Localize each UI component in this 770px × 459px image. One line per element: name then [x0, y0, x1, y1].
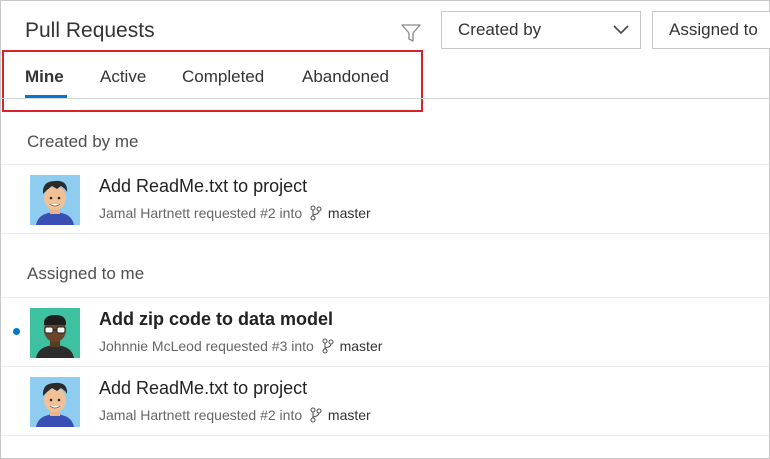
created-by-dropdown[interactable]: Created by	[441, 11, 641, 49]
branch-name[interactable]: master	[328, 407, 371, 423]
pr-meta-text: Jamal Hartnett requested #2 into	[99, 407, 303, 423]
pr-title[interactable]: Add ReadMe.txt to project	[99, 378, 307, 399]
pr-row[interactable]: Add ReadMe.txt to project Jamal Hartnett…	[1, 367, 769, 435]
pr-meta-text: Jamal Hartnett requested #2 into	[99, 205, 303, 221]
page-title: Pull Requests	[25, 19, 155, 42]
pr-row[interactable]: Add ReadMe.txt to project Jamal Hartnett…	[1, 165, 769, 233]
assigned-to-dropdown[interactable]: Assigned to	[652, 11, 770, 49]
avatar-jamal	[30, 175, 80, 225]
pr-meta: Jamal Hartnett requested #2 into master	[99, 205, 371, 221]
created-by-dropdown-label: Created by	[458, 20, 542, 39]
pr-meta: Johnnie McLeod requested #3 into master	[99, 338, 382, 354]
avatar-jamal	[30, 377, 80, 427]
branch-name[interactable]: master	[340, 338, 383, 354]
branch-icon	[310, 407, 322, 423]
branch-name[interactable]: master	[328, 205, 371, 221]
assigned-to-dropdown-label: Assigned to	[669, 20, 758, 39]
filter-icon[interactable]	[400, 22, 422, 44]
pr-row[interactable]: Add zip code to data model Johnnie McLeo…	[1, 298, 769, 366]
pr-title[interactable]: Add ReadMe.txt to project	[99, 176, 307, 197]
branch-icon	[310, 205, 322, 221]
branch-icon	[322, 338, 334, 354]
pr-meta-text: Johnnie McLeod requested #3 into	[99, 338, 314, 354]
tabs-highlight-box	[2, 50, 423, 112]
pr-meta: Jamal Hartnett requested #2 into master	[99, 407, 371, 423]
divider	[1, 435, 769, 436]
pr-title[interactable]: Add zip code to data model	[99, 309, 333, 330]
unread-indicator	[13, 328, 20, 335]
avatar-johnnie	[30, 308, 80, 358]
tabs-divider	[1, 98, 769, 99]
chevron-down-icon	[613, 25, 629, 35]
section-header-created-by-me: Created by me	[27, 132, 139, 151]
divider	[1, 233, 769, 234]
section-header-assigned-to-me: Assigned to me	[27, 264, 145, 283]
